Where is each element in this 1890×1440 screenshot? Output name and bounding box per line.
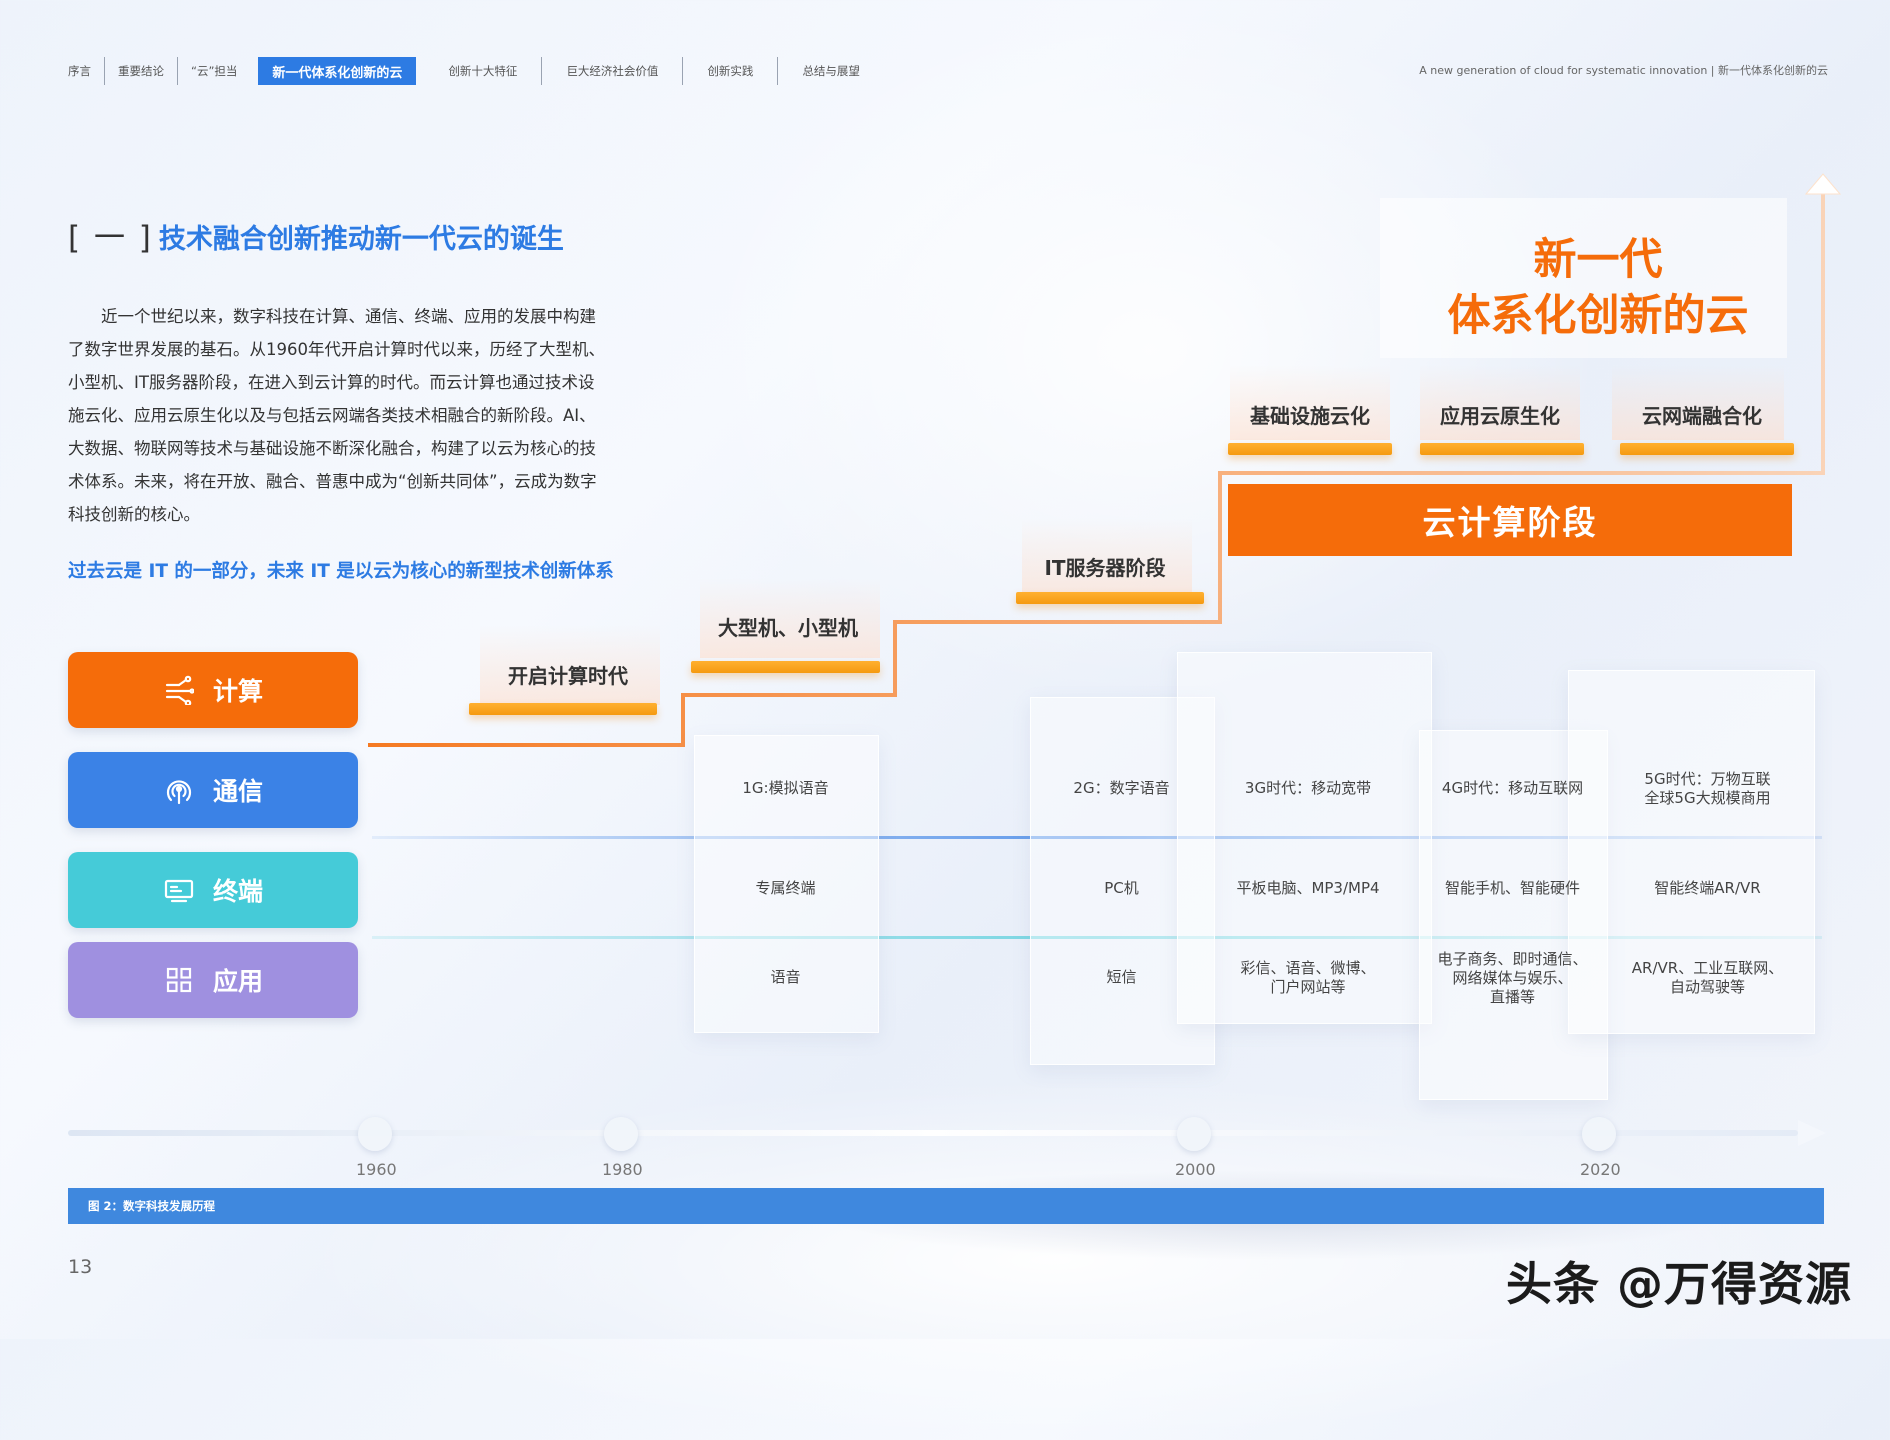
category-terminal[interactable]: 终端 <box>68 852 358 928</box>
stage-step <box>1228 443 1392 455</box>
timeline-year: 1960 <box>356 1160 397 1179</box>
terminal-cell: 智能手机、智能硬件 <box>1444 879 1580 897</box>
new-gen-line-1: 新一代 <box>1533 235 1663 285</box>
grid-icon <box>163 964 195 996</box>
watermark: 头条 @万得资源 <box>1505 1257 1852 1311</box>
stage-step <box>469 703 657 715</box>
comm-cell: 2G：数字语音 <box>1073 779 1170 797</box>
cloud-computing-stage-banner: 云计算阶段 <box>1228 484 1792 556</box>
figure-caption: 图 2：数字科技发展历程 <box>68 1188 1824 1224</box>
figure-caption-text: 图 2：数字科技发展历程 <box>88 1199 216 1213</box>
category-compute[interactable]: 计算 <box>68 652 358 728</box>
stage-step <box>691 661 880 673</box>
stage-step <box>1016 592 1204 604</box>
monitor-icon <box>163 874 195 906</box>
timeline-dot <box>1177 1117 1211 1151</box>
sub-stage-infra-cloud: 基础设施云化 <box>1250 404 1370 428</box>
terminal-cell: 平板电脑、MP3/MP4 <box>1236 879 1380 897</box>
page-number: 13 <box>68 1256 93 1278</box>
stage-it-server: IT服务器阶段 <box>1044 556 1166 580</box>
category-label: 应用 <box>212 967 263 996</box>
new-gen-cloud-title: 新一代 体系化创新的云 <box>1402 232 1794 344</box>
stage-step <box>1620 443 1794 455</box>
comm-cell: 4G时代：移动互联网 <box>1441 779 1584 797</box>
terminal-cell: 专属终端 <box>755 879 816 897</box>
category-application[interactable]: 应用 <box>68 942 358 1018</box>
comm-cell: 3G时代：移动宽带 <box>1244 779 1372 797</box>
timeline-year: 1980 <box>602 1160 643 1179</box>
comm-cell: 1G:模拟语音 <box>742 779 829 797</box>
comm-cell: 5G时代：万物互联 全球5G大规模商用 <box>1644 770 1771 807</box>
timeline-dot <box>358 1117 392 1151</box>
stage-mainframe: 大型机、小型机 <box>718 616 858 640</box>
terminal-cell: 智能终端AR/VR <box>1654 879 1761 897</box>
category-label: 终端 <box>212 877 263 906</box>
timeline-dot <box>604 1117 638 1151</box>
timeline-axis <box>68 1130 1798 1136</box>
category-label: 计算 <box>212 677 263 706</box>
app-cell: AR/VR、工业互联网、 自动驾驶等 <box>1631 959 1784 996</box>
stage-computing-era: 开启计算时代 <box>508 664 628 688</box>
signal-icon <box>163 774 195 806</box>
compute-icon <box>163 674 195 706</box>
timeline-year: 2000 <box>1175 1160 1216 1179</box>
terminal-cell: PC机 <box>1104 879 1139 897</box>
app-cell: 短信 <box>1106 968 1137 986</box>
app-cell: 语音 <box>770 968 801 986</box>
category-communication[interactable]: 通信 <box>68 752 358 828</box>
timeline-dot <box>1582 1117 1616 1151</box>
stage-step <box>1420 443 1584 455</box>
app-cell: 电子商务、即时通信、 网络媒体与娱乐、 直播等 <box>1437 950 1588 1006</box>
sub-stage-cloud-network-edge: 云网端融合化 <box>1642 404 1762 428</box>
app-cell: 彩信、语音、微博、 门户网站等 <box>1240 959 1376 996</box>
sub-stage-cloud-native: 应用云原生化 <box>1440 404 1560 428</box>
timeline-year: 2020 <box>1580 1160 1621 1179</box>
new-gen-line-2: 体系化创新的云 <box>1447 291 1749 341</box>
category-label: 通信 <box>212 777 263 806</box>
